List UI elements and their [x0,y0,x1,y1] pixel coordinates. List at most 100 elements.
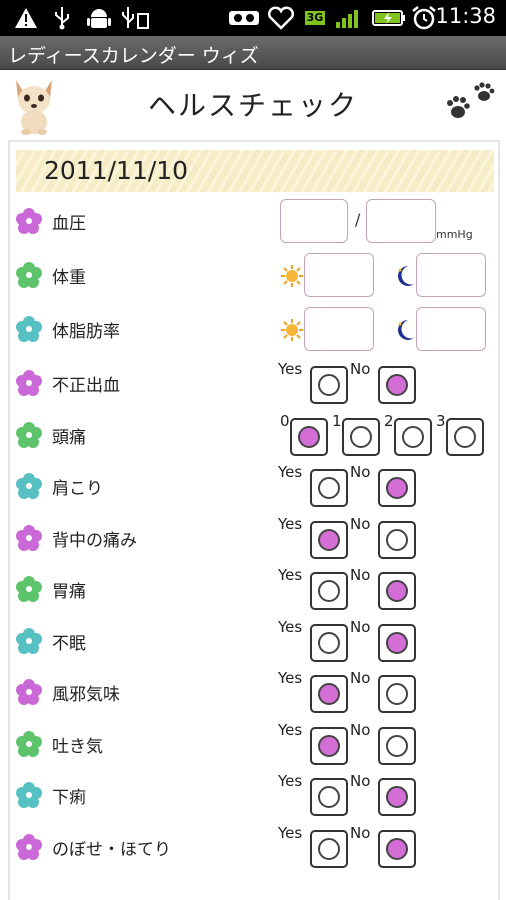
headache-level-label: 1 [332,412,342,430]
no-radio[interactable] [378,469,416,507]
headache-level-label: 3 [436,412,446,430]
weight-label: 体重 [52,268,86,288]
body-fat-label: 体脂肪率 [52,322,120,342]
yes-radio[interactable] [310,624,348,662]
radio-dot [350,426,372,448]
no-label: No [350,669,371,687]
headache-level-radio[interactable] [394,418,432,456]
radio-dot [386,477,408,499]
row-yes-no: 不眠 Yes No [10,616,498,666]
flower-purple-icon [16,370,42,396]
paw-prints-icon[interactable] [444,82,500,124]
radio-dot [318,683,340,705]
radio-dot [386,632,408,654]
row-body-fat: 体脂肪率 [10,304,498,354]
no-radio[interactable] [378,675,416,713]
row-label: のぼせ・ほてり [52,840,171,860]
diastolic-input[interactable] [366,199,436,243]
date-bar[interactable]: 2011/11/10 [16,150,494,192]
weight-morning-input[interactable] [304,253,374,297]
headache-level-radio[interactable] [342,418,380,456]
radio-dot [386,529,408,551]
no-radio[interactable] [378,778,416,816]
yes-radio[interactable] [310,469,348,507]
warning-icon [14,6,38,30]
row-yes-no: 風邪気味 Yes No [10,667,498,717]
body-fat-morning-input[interactable] [304,307,374,351]
radio-dot [298,426,320,448]
flower-purple-icon [16,208,42,234]
no-label: No [350,360,371,378]
voicemail-icon [228,6,260,30]
yes-label: Yes [278,721,303,739]
row-label: 肩こり [52,479,103,499]
row-label: 頭痛 [52,428,86,448]
no-label: No [350,566,371,584]
yes-radio[interactable] [310,366,348,404]
flower-green-icon [16,422,42,448]
flower-green-icon [16,731,42,757]
flower-teal-icon [16,316,42,342]
row-label: 吐き気 [52,737,103,757]
radio-dot [318,786,340,808]
row-yes-no: 下痢 Yes No [10,770,498,820]
flower-green-icon [16,576,42,602]
no-label: No [350,515,371,533]
yes-radio[interactable] [310,572,348,610]
radio-dot [386,580,408,602]
radio-dot [318,632,340,654]
yes-label: Yes [278,360,303,378]
yes-label: Yes [278,515,303,533]
yes-radio[interactable] [310,675,348,713]
row-yes-no: のぼせ・ほてり Yes No [10,822,498,872]
row-yes-no: 不正出血 Yes No [10,358,498,408]
no-label: No [350,721,371,739]
row-label: 不眠 [52,634,86,654]
yes-label: Yes [278,669,303,687]
blood-pressure-label: 血圧 [52,214,86,234]
no-radio[interactable] [378,727,416,765]
yes-radio[interactable] [310,830,348,868]
radio-dot [386,838,408,860]
status-time: 11:38 [435,4,496,28]
weight-night-input[interactable] [416,253,486,297]
flower-teal-icon [16,473,42,499]
bp-unit: mmHg [436,228,473,241]
yes-radio[interactable] [310,521,348,559]
no-label: No [350,824,371,842]
page-header: ヘルスチェック [0,70,506,140]
radio-dot [402,426,424,448]
app-title-bar: レディースカレンダー ウィズ [0,36,506,70]
row-label: 風邪気味 [52,685,120,705]
row-label: 下痢 [52,788,86,808]
row-blood-pressure: 血圧 / mmHg [10,196,498,246]
row-yes-no: 吐き気 Yes No [10,719,498,769]
headache-level-radio[interactable] [446,418,484,456]
body-fat-night-input[interactable] [416,307,486,351]
page-title: ヘルスチェック [147,89,358,122]
no-radio[interactable] [378,366,416,404]
radio-dot [318,580,340,602]
yes-radio[interactable] [310,778,348,816]
moon-icon [398,266,414,286]
row-weight: 体重 [10,250,498,300]
radio-dot [386,735,408,757]
radio-dot [386,683,408,705]
usb-debug-icon [120,6,150,30]
no-radio[interactable] [378,521,416,559]
headache-level-label: 2 [384,412,394,430]
headache-level-radio[interactable] [290,418,328,456]
app-title: レディースカレンダー ウィズ [8,45,259,67]
flower-purple-icon [16,525,42,551]
radio-dot [318,477,340,499]
yes-label: Yes [278,566,303,584]
no-radio[interactable] [378,624,416,662]
yes-radio[interactable] [310,727,348,765]
systolic-input[interactable] [280,199,348,243]
no-radio[interactable] [378,830,416,868]
row-yes-no: 胃痛 Yes No [10,564,498,614]
no-radio[interactable] [378,572,416,610]
row-headache: 頭痛 0 1 2 3 [10,410,498,460]
yes-label: Yes [278,618,303,636]
health-check-panel: 2011/11/10 血圧 / mmHg 体重 体脂肪率 不正出血 Yes No… [8,140,500,900]
